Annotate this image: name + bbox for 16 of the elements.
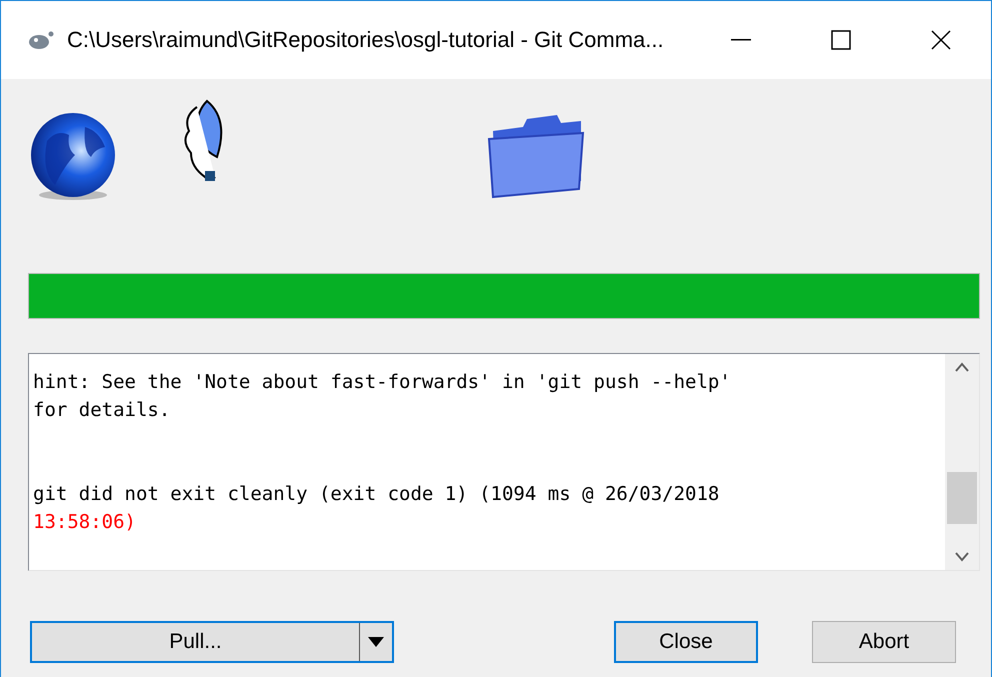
pull-split-button[interactable]: Pull... <box>30 621 394 663</box>
window-title: C:\Users\raimund\GitRepositories\osgl-tutorial - Git Comma... <box>67 27 665 53</box>
dropdown-caret-icon <box>368 637 384 647</box>
scroll-up-icon[interactable] <box>955 362 969 372</box>
scrollbar-thumb[interactable] <box>947 472 977 524</box>
scroll-down-icon[interactable] <box>955 552 969 562</box>
dialog-button[interactable]: Close <box>614 621 758 663</box>
log-line: hint: See the 'Note about fast-forwards' in 'git push --help' <box>33 370 732 395</box>
log-line: git did not exit cleanly (exit code 1) (1094 ms @ 26/03/2018 <box>33 482 720 507</box>
app-icon <box>27 30 55 50</box>
maximize-icon[interactable] <box>831 30 851 50</box>
log-line: for details. <box>33 398 172 423</box>
minimize-icon[interactable] <box>731 39 751 41</box>
close-icon[interactable] <box>931 30 951 50</box>
dialog-button[interactable]: Abort <box>812 621 956 663</box>
log-line: 13:58:06) <box>33 510 137 535</box>
